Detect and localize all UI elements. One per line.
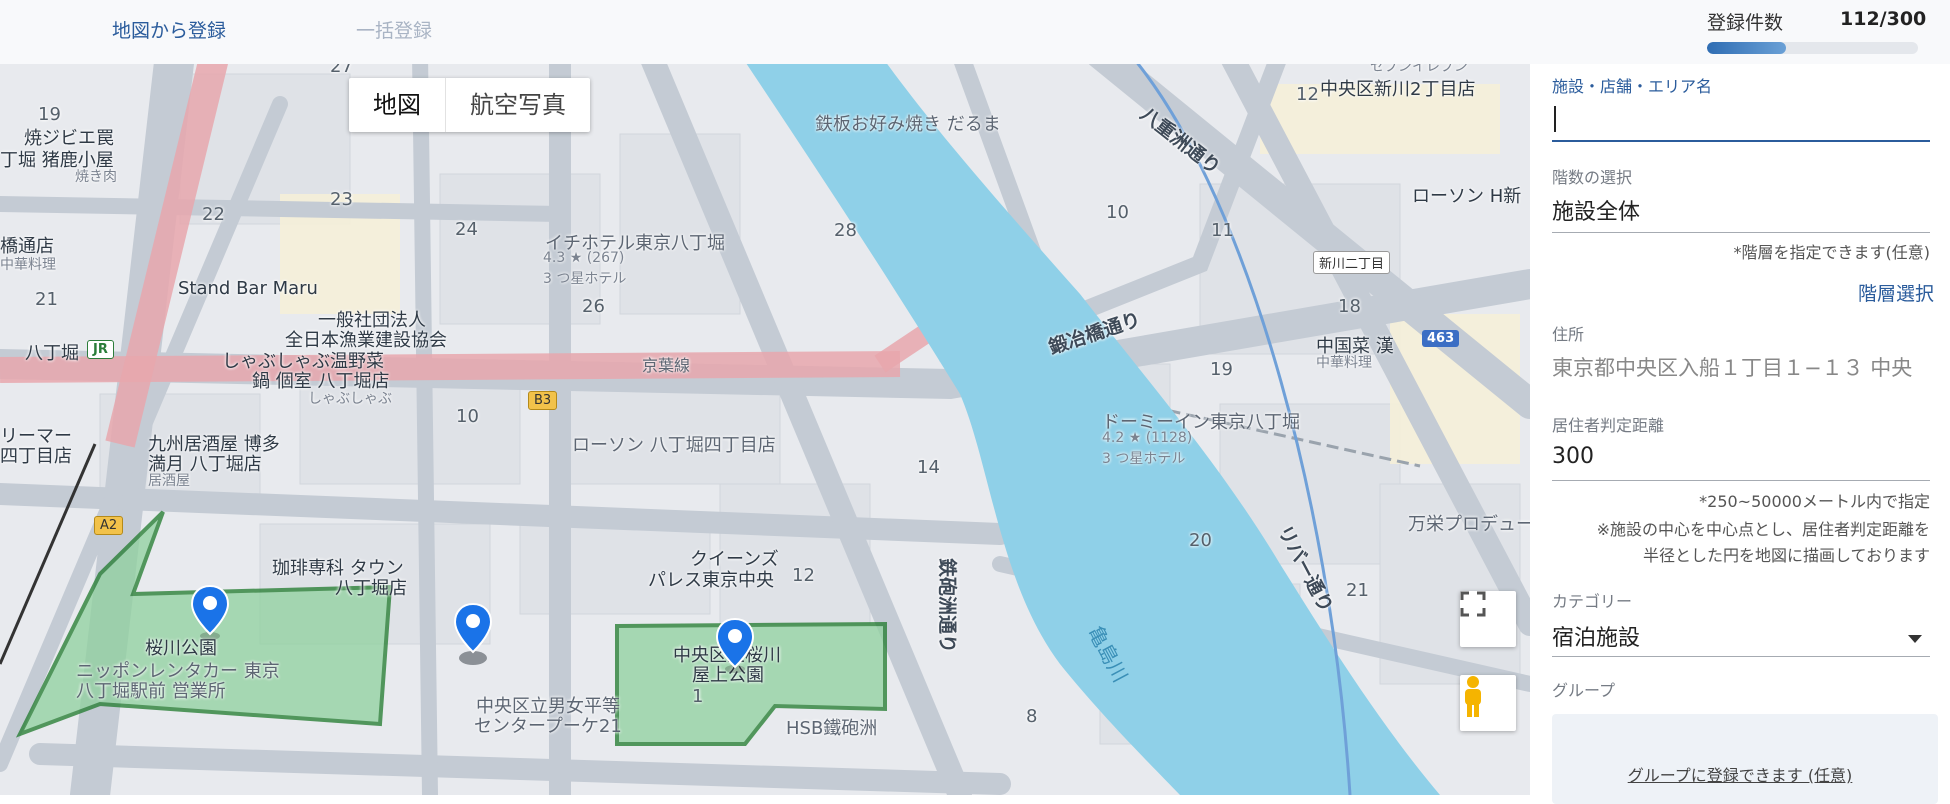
map-label: 四丁目店: [0, 446, 72, 467]
facility-name-input[interactable]: [1552, 102, 1930, 138]
map-label: 8: [1026, 706, 1038, 727]
map-label: 京葉線: [642, 356, 691, 375]
map-label: 11: [1211, 220, 1234, 241]
exit-b3-badge: B3: [528, 391, 558, 410]
address-label: 住所: [1552, 325, 1585, 344]
map-label: 八丁堀店: [335, 578, 407, 599]
registration-progress-fill: [1707, 42, 1786, 54]
map-label: センタープーケ21: [474, 716, 622, 737]
registration-progress-bar: [1707, 42, 1918, 54]
map-label: 10: [1106, 202, 1129, 223]
fullscreen-button[interactable]: [1460, 591, 1516, 647]
floor-select-label: 階数の選択: [1552, 168, 1633, 187]
map-label: 万栄プロデュー: [1408, 514, 1530, 535]
map-type-map-button[interactable]: 地図: [349, 78, 446, 132]
map-label: 中央区新川2丁目店: [1320, 79, 1476, 100]
map-label: 1: [692, 686, 704, 707]
category-select[interactable]: 宿泊施設: [1552, 620, 1640, 652]
exit-a2-badge: A2: [94, 516, 124, 535]
address-field[interactable]: 東京都中央区入船１丁目１−１３ 中央: [1552, 352, 1942, 382]
map-label: 鉄板お好み焼き だるま: [815, 114, 1001, 135]
registration-count-value: 112/300: [1840, 8, 1927, 30]
distance-label: 居住者判定距離: [1552, 416, 1665, 435]
group-label: グループ: [1552, 681, 1616, 700]
tab-bulk-register[interactable]: 一括登録: [356, 16, 432, 43]
chevron-down-icon[interactable]: [1908, 635, 1922, 643]
map-label: 12: [792, 565, 815, 586]
registration-form-panel: 施設・店舗・エリア名 階数の選択 施設全体 *階層を指定できます(任意) 階層選…: [1530, 64, 1950, 804]
route-463-badge: 463: [1422, 330, 1460, 347]
map-label: 27: [330, 64, 353, 77]
text-cursor: [1554, 106, 1556, 132]
map-label: セブンイレブン: [1370, 64, 1468, 75]
map-label: Stand Bar Maru: [178, 278, 318, 299]
distance-underline: [1552, 480, 1930, 481]
floor-note: *階層を指定できます(任意): [1733, 243, 1931, 262]
group-register-link[interactable]: グループに登録できます (任意): [1530, 762, 1950, 786]
map-road-label: 鉄砲洲通り: [936, 558, 958, 654]
map-label: 焼き肉: [75, 169, 117, 185]
distance-note-range: *250~50000メートル内で指定: [1699, 492, 1930, 511]
map-label: 28: [834, 220, 857, 241]
floor-select-underline: [1552, 232, 1930, 233]
map-label: 20: [1189, 530, 1212, 551]
map-label: 3 つ星ホテル: [543, 271, 627, 287]
location-pin-icon[interactable]: [190, 584, 230, 640]
map-label: 中華料理: [0, 257, 56, 273]
distance-note-desc: ※施設の中心を中心点とし、居住者判定距離を: [1596, 520, 1930, 539]
map-type-satellite-button[interactable]: 航空写真: [446, 78, 590, 132]
distance-note-desc2: 半径とした円を地図に描画しております: [1642, 546, 1930, 565]
map-label: 3 つ星ホテル: [1102, 451, 1186, 467]
registration-count-label: 登録件数: [1707, 12, 1784, 34]
map-label: 12: [1296, 84, 1319, 105]
map-label: 八丁堀駅前 営業所: [76, 681, 226, 702]
category-label: カテゴリー: [1552, 592, 1633, 611]
map-label: 19: [1210, 359, 1233, 380]
facility-name-underline: [1552, 140, 1930, 142]
group-box: [1552, 714, 1938, 804]
map-label: 26: [582, 296, 605, 317]
pegman-icon: [1465, 676, 1481, 717]
map-label: HSB鐵砲洲: [786, 718, 878, 739]
map-label: 10: [456, 406, 479, 427]
map-label: 4.3 ★ (267): [543, 250, 625, 266]
map-label: 23: [330, 189, 353, 210]
street-view-button[interactable]: [1460, 675, 1516, 731]
map-label: 18: [1338, 296, 1361, 317]
category-underline: [1552, 656, 1930, 657]
map-label: 4.2 ★ (1128): [1102, 430, 1193, 446]
map-label: 21: [1346, 580, 1369, 601]
facility-name-label: 施設・店舗・エリア名: [1552, 77, 1713, 96]
map-label: 21: [35, 289, 58, 310]
map-label: 19: [38, 104, 61, 125]
map-label: パレス東京中央: [648, 570, 774, 591]
map-label: ローソン H新: [1412, 186, 1522, 207]
map-label: 中華料理: [1316, 355, 1372, 371]
map-label: 八丁堀: [25, 343, 79, 364]
top-bar: 地図から登録 一括登録 登録件数 112/300: [0, 0, 1950, 65]
jr-icon: JR: [87, 340, 114, 359]
location-pin-icon[interactable]: [453, 602, 493, 666]
floor-select[interactable]: 施設全体: [1552, 194, 1640, 226]
map-label: ローソン 八丁堀四丁目店: [572, 435, 776, 456]
fullscreen-icon: [1460, 591, 1486, 617]
map-label: 24: [455, 219, 478, 240]
floor-select-link[interactable]: 階層選択: [1858, 279, 1934, 306]
map-type-toggle: 地図 航空写真: [349, 78, 590, 132]
map-label: しゃぶしゃぶ: [308, 391, 392, 407]
map-label: 14: [917, 457, 940, 478]
tab-register-from-map[interactable]: 地図から登録: [112, 16, 226, 43]
location-pin-icon[interactable]: [715, 617, 755, 673]
map-canvas[interactable]: 地図 航空写真 19 焼ジビエ罠 丁堀 猪鹿小屋 焼き肉 27 橋通店 中華料理…: [0, 64, 1530, 795]
map-label: 22: [202, 204, 225, 225]
map-label: 新川二丁目: [1313, 251, 1391, 274]
distance-input[interactable]: 300: [1552, 444, 1594, 469]
map-label: 居酒屋: [148, 473, 190, 489]
